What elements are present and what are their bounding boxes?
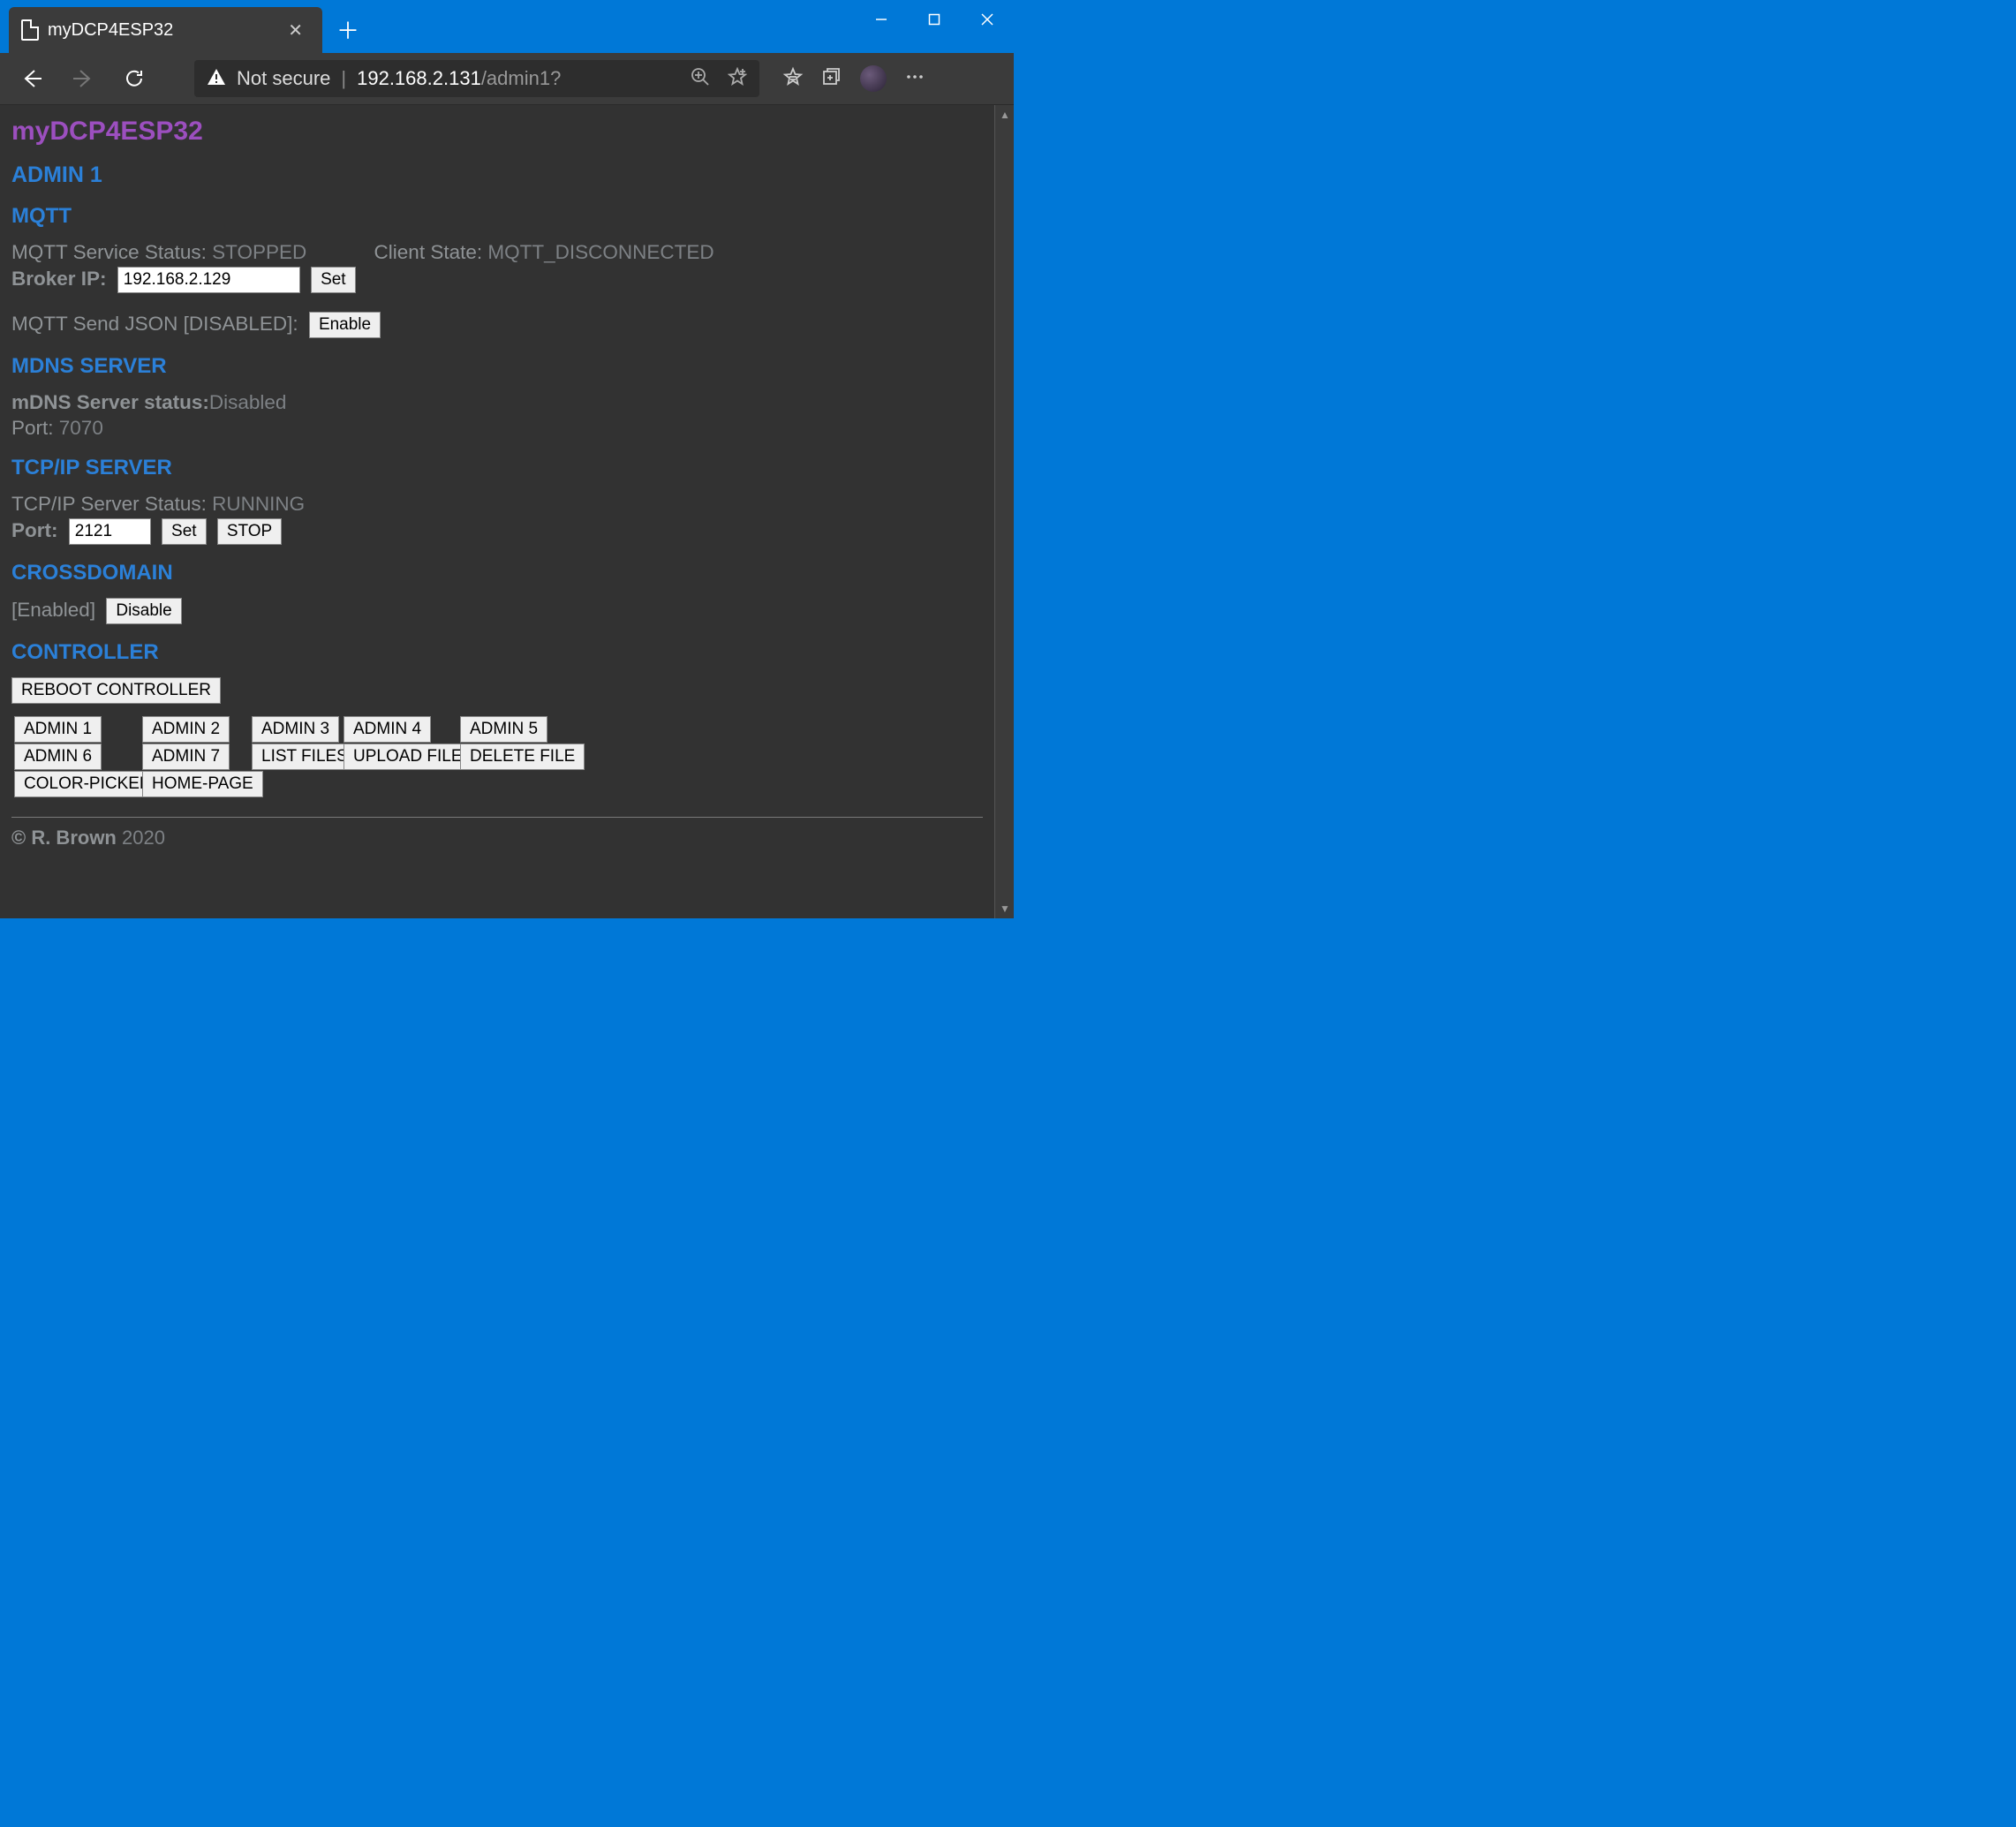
browser-window: myDCP4ESP32 ✕ ＋ Not secure | 192.168.2.1… — [0, 0, 1014, 918]
mqtt-status-row: MQTT Service Status: STOPPED Client Stat… — [11, 241, 983, 264]
mqtt-broker-row: Broker IP: Set — [11, 267, 983, 293]
address-bar-icons — [691, 67, 747, 91]
more-icon[interactable] — [904, 66, 925, 92]
scrollbar[interactable]: ▲ ▼ — [994, 105, 1014, 918]
collections-icon[interactable] — [821, 66, 842, 92]
admin5-button[interactable]: ADMIN 5 — [460, 716, 547, 743]
url-text: 192.168.2.131/admin1? — [357, 67, 561, 90]
controller-heading: CONTROLLER — [11, 640, 983, 665]
mqtt-client-state-label: Client State: — [374, 241, 488, 263]
tcpip-heading: TCP/IP SERVER — [11, 456, 983, 480]
tcpip-status-row: TCP/IP Server Status: RUNNING — [11, 493, 983, 516]
refresh-button[interactable] — [109, 57, 159, 100]
forward-button[interactable] — [58, 57, 108, 100]
page-content: myDCP4ESP32 ADMIN 1 MQTT MQTT Service St… — [0, 105, 994, 918]
crossdomain-row: [Enabled] Disable — [11, 598, 983, 624]
admin1-button[interactable]: ADMIN 1 — [14, 716, 102, 743]
controller-row: REBOOT CONTROLLER — [11, 677, 983, 704]
admin6-button[interactable]: ADMIN 6 — [14, 744, 102, 770]
mqtt-send-json-label: MQTT Send JSON [DISABLED]: — [11, 313, 304, 335]
tab-title: myDCP4ESP32 — [48, 20, 272, 41]
address-separator: | — [341, 67, 346, 90]
mdns-status-label: mDNS Server status: — [11, 391, 209, 413]
scroll-down-icon[interactable]: ▼ — [995, 899, 1015, 918]
mqtt-json-row: MQTT Send JSON [DISABLED]: Enable — [11, 312, 983, 338]
app-title: myDCP4ESP32 — [11, 117, 983, 147]
mqtt-client-state-value: MQTT_DISCONNECTED — [487, 241, 714, 263]
broker-ip-set-button[interactable]: Set — [311, 267, 356, 293]
copyright-name: © R. Brown — [11, 827, 117, 849]
crossdomain-status: [Enabled] — [11, 599, 95, 621]
crossdomain-disable-button[interactable]: Disable — [106, 598, 181, 624]
footer-divider — [11, 817, 983, 818]
back-button[interactable] — [7, 57, 57, 100]
copyright-year: 2020 — [117, 827, 165, 849]
new-tab-button[interactable]: ＋ — [322, 13, 374, 46]
mdns-status-value: Disabled — [209, 391, 287, 413]
profile-avatar[interactable] — [860, 65, 887, 92]
url-host: 192.168.2.131 — [357, 67, 481, 89]
browser-tab[interactable]: myDCP4ESP32 ✕ — [9, 7, 322, 53]
nav-buttons: ADMIN 1 ADMIN 2 ADMIN 3 ADMIN 4 ADMIN 5 … — [11, 716, 983, 797]
mqtt-heading: MQTT — [11, 204, 983, 229]
favorite-add-icon[interactable] — [728, 67, 747, 91]
tcpip-port-row: Port: Set STOP — [11, 518, 983, 545]
security-label: Not secure — [237, 67, 330, 90]
maximize-button[interactable] — [908, 0, 961, 39]
mqtt-service-status-value: STOPPED — [212, 241, 306, 263]
admin-heading: ADMIN 1 — [11, 162, 983, 188]
tcpip-status-label: TCP/IP Server Status: — [11, 493, 212, 515]
tcpip-port-label: Port: — [11, 519, 64, 541]
favorites-icon[interactable] — [782, 66, 804, 92]
admin7-button[interactable]: ADMIN 7 — [142, 744, 230, 770]
page-icon — [21, 19, 39, 41]
titlebar: myDCP4ESP32 ✕ ＋ — [0, 0, 1014, 53]
mdns-port-value: 7070 — [59, 417, 103, 439]
reboot-controller-button[interactable]: REBOOT CONTROLLER — [11, 677, 221, 704]
color-picker-button[interactable]: COLOR-PICKER — [14, 771, 162, 797]
tab-strip: myDCP4ESP32 ✕ ＋ — [0, 0, 374, 53]
mdns-port-row: Port: 7070 — [11, 417, 983, 440]
tcpip-status-value: RUNNING — [212, 493, 305, 515]
scroll-up-icon[interactable]: ▲ — [995, 105, 1015, 125]
zoom-icon[interactable] — [691, 67, 710, 91]
upload-file-button[interactable]: UPLOAD FILE — [344, 744, 472, 770]
tcpip-set-button[interactable]: Set — [162, 518, 207, 545]
broker-ip-label: Broker IP: — [11, 268, 112, 290]
minimize-button[interactable] — [855, 0, 908, 39]
mdns-port-label: Port: — [11, 417, 59, 439]
broker-ip-input[interactable] — [117, 267, 300, 293]
tcpip-stop-button[interactable]: STOP — [217, 518, 282, 545]
mqtt-enable-button[interactable]: Enable — [309, 312, 381, 338]
mdns-heading: MDNS SERVER — [11, 354, 983, 379]
mqtt-service-status-label: MQTT Service Status: — [11, 241, 212, 263]
browser-toolbar: Not secure | 192.168.2.131/admin1? — [0, 53, 1014, 105]
list-files-button[interactable]: LIST FILES — [252, 744, 358, 770]
tcpip-port-input[interactable] — [69, 518, 151, 545]
content-area: myDCP4ESP32 ADMIN 1 MQTT MQTT Service St… — [0, 105, 1014, 918]
home-page-button[interactable]: HOME-PAGE — [142, 771, 263, 797]
mdns-status-row: mDNS Server status:Disabled — [11, 391, 983, 414]
url-path: /admin1? — [481, 67, 562, 89]
admin3-button[interactable]: ADMIN 3 — [252, 716, 339, 743]
admin2-button[interactable]: ADMIN 2 — [142, 716, 230, 743]
admin4-button[interactable]: ADMIN 4 — [344, 716, 431, 743]
footer: © R. Brown 2020 — [11, 827, 983, 849]
delete-file-button[interactable]: DELETE FILE — [460, 744, 585, 770]
address-bar[interactable]: Not secure | 192.168.2.131/admin1? — [194, 60, 759, 97]
warning-icon — [207, 67, 226, 91]
tab-close-button[interactable]: ✕ — [281, 16, 310, 45]
crossdomain-heading: CROSSDOMAIN — [11, 561, 983, 585]
window-controls — [855, 0, 1014, 39]
close-button[interactable] — [961, 0, 1014, 39]
toolbar-right-icons — [782, 65, 925, 92]
